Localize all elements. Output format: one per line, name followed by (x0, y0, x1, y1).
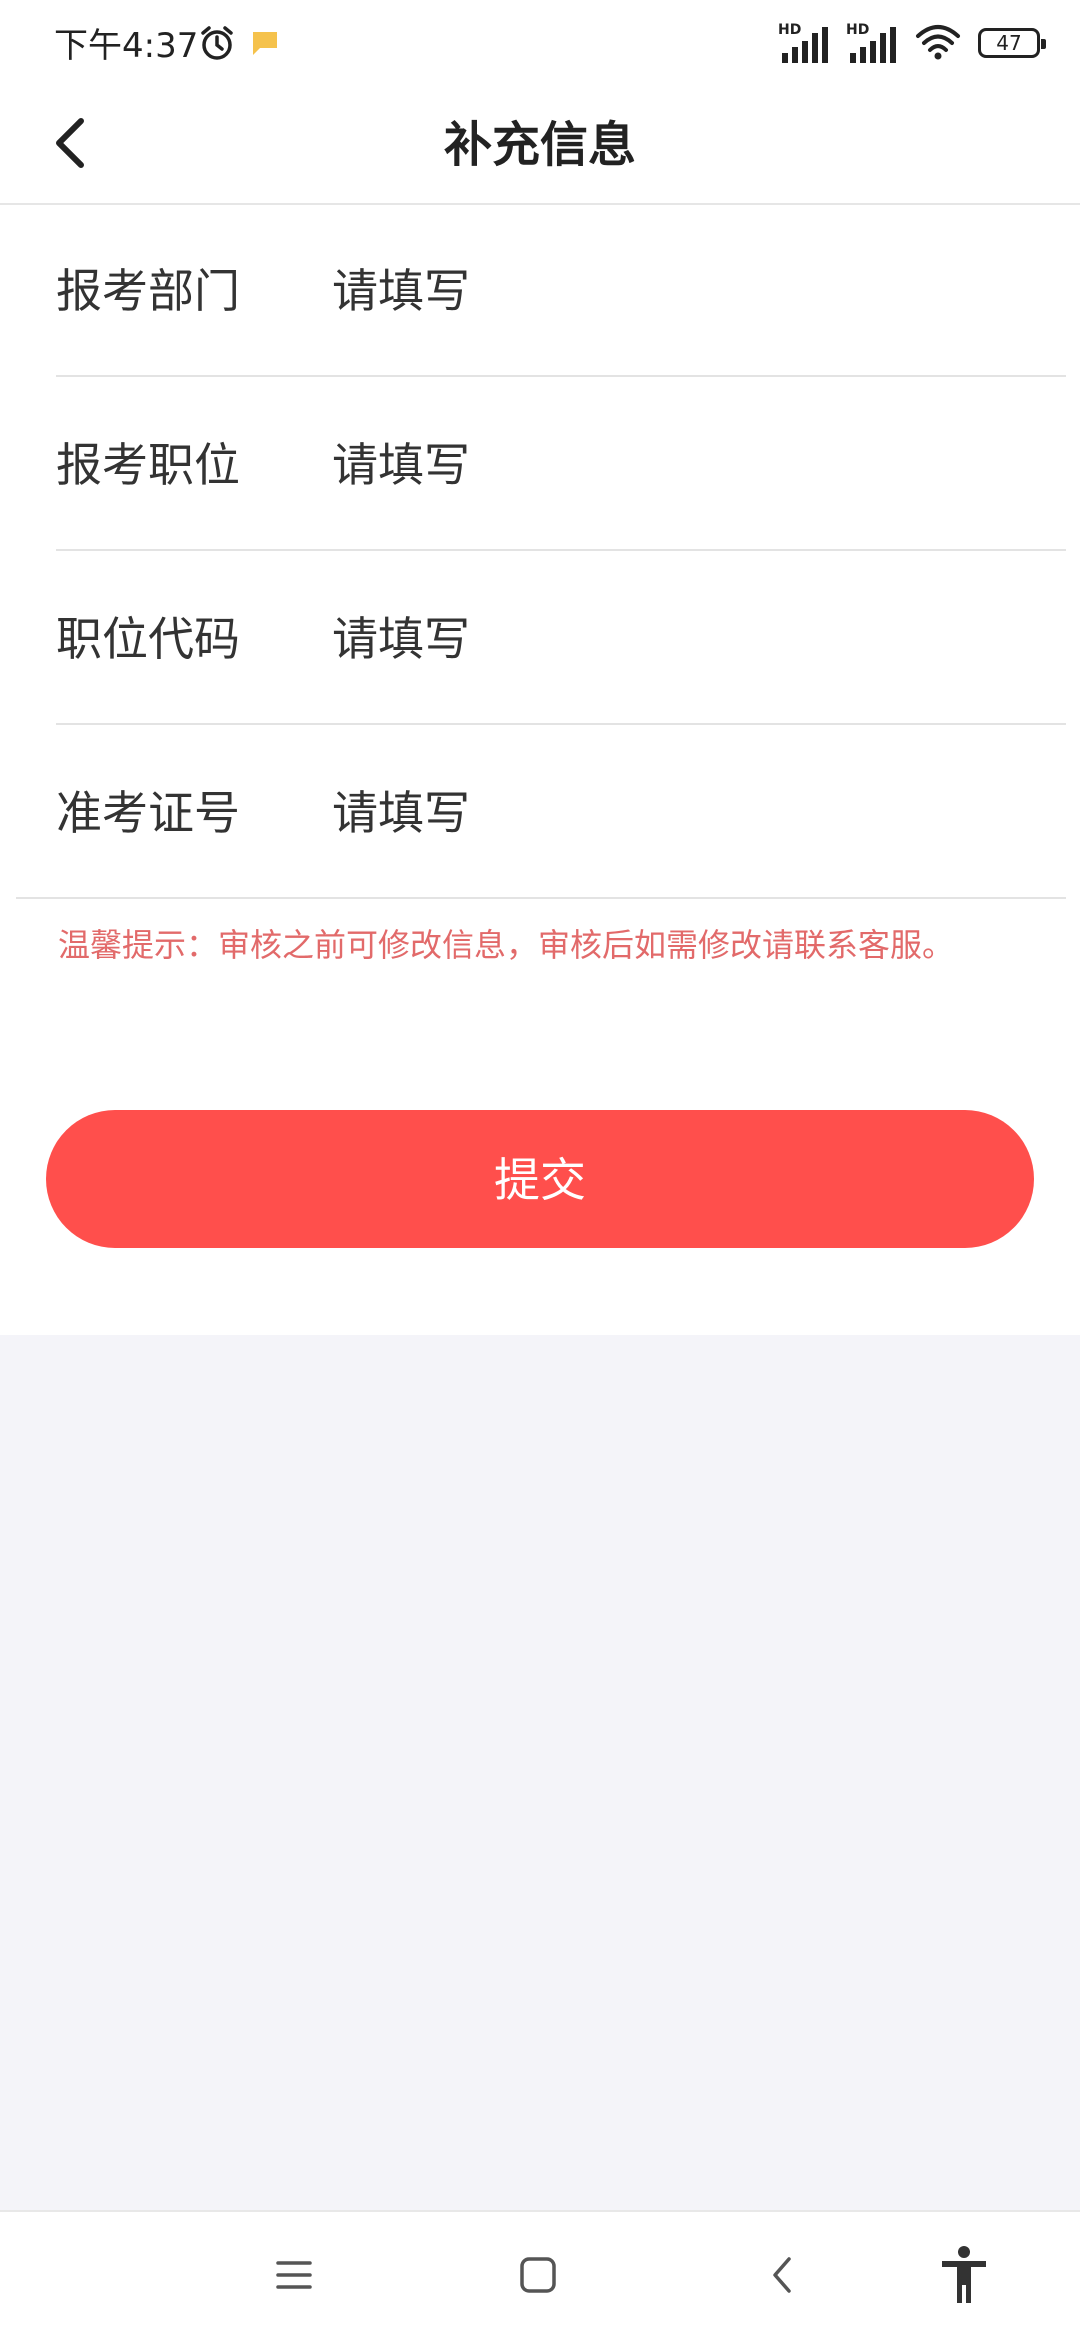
position-input[interactable] (332, 435, 1032, 495)
status-time: 下午4:37 (54, 26, 199, 66)
admission-number-input[interactable] (332, 783, 1032, 843)
system-nav-bar (0, 2210, 1080, 2340)
menu-button[interactable] (264, 2247, 324, 2307)
notification-icon (250, 28, 280, 62)
form-row-position: 报考职位 (56, 379, 1066, 551)
system-back-button[interactable] (752, 2247, 812, 2307)
status-bar: 下午4:37 HD HD 47 (0, 0, 1080, 90)
signal-icon: HD (778, 23, 830, 63)
page-title: 补充信息 (443, 117, 636, 173)
accessibility-button[interactable] (934, 2245, 994, 2309)
form-row-admission-number: 准考证号 (56, 727, 1066, 899)
signal-icon-2: HD (846, 23, 898, 63)
position-label: 报考职位 (56, 438, 240, 492)
back-arrow-icon (767, 2255, 797, 2299)
home-button[interactable] (508, 2247, 568, 2307)
admission-number-label: 准考证号 (56, 786, 240, 840)
position-code-label: 职位代码 (56, 612, 240, 666)
form-row-position-code: 职位代码 (56, 553, 1066, 725)
position-code-input[interactable] (332, 609, 1032, 669)
submit-button[interactable]: 提交 (46, 1110, 1034, 1248)
tip-text: 温馨提示：审核之前可修改信息，审核后如需修改请联系客服。 (58, 926, 955, 964)
form-divider (16, 897, 1066, 899)
department-label: 报考部门 (56, 264, 240, 318)
battery-level: 47 (996, 31, 1022, 55)
department-input[interactable] (332, 261, 1032, 321)
app-header: 补充信息 (0, 90, 1080, 205)
accessibility-icon (938, 2245, 990, 2309)
home-icon (518, 2255, 558, 2299)
menu-icon (274, 2257, 314, 2297)
alarm-icon (198, 24, 236, 66)
form-row-department: 报考部门 (56, 205, 1066, 377)
wifi-icon (914, 22, 962, 64)
battery-icon: 47 (978, 28, 1046, 58)
